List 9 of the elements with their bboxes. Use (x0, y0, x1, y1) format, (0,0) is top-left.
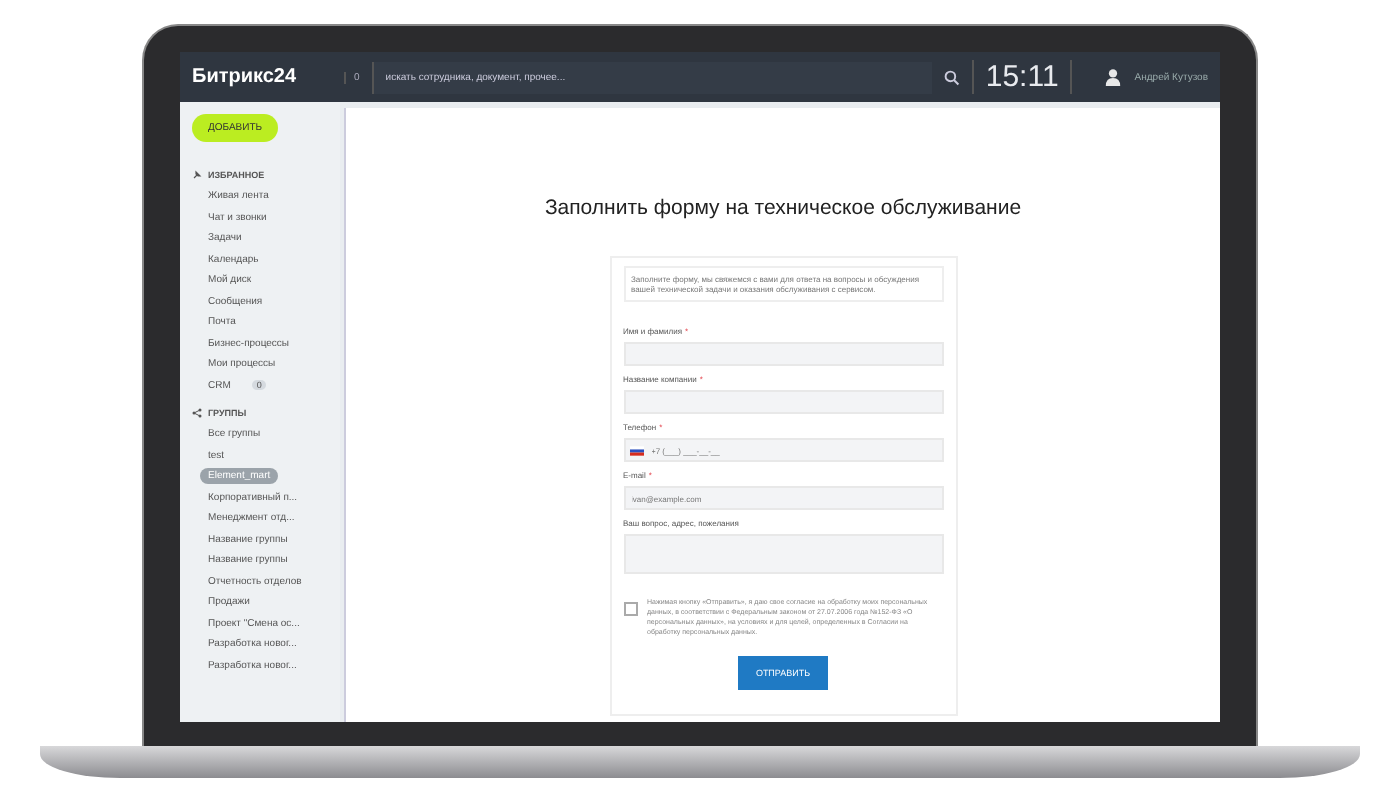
form-title: Заполнить форму на техническое обслуживание (544, 196, 1022, 220)
share-icon (192, 408, 202, 418)
pin-icon (192, 170, 202, 180)
search-icon[interactable] (943, 69, 960, 85)
consent-checkbox[interactable] (623, 602, 637, 617)
flag-icon (629, 445, 643, 456)
clock-time: 15:11 (971, 60, 1073, 94)
user-icon[interactable] (1104, 68, 1123, 86)
logo: Битрикс24 (192, 66, 299, 88)
